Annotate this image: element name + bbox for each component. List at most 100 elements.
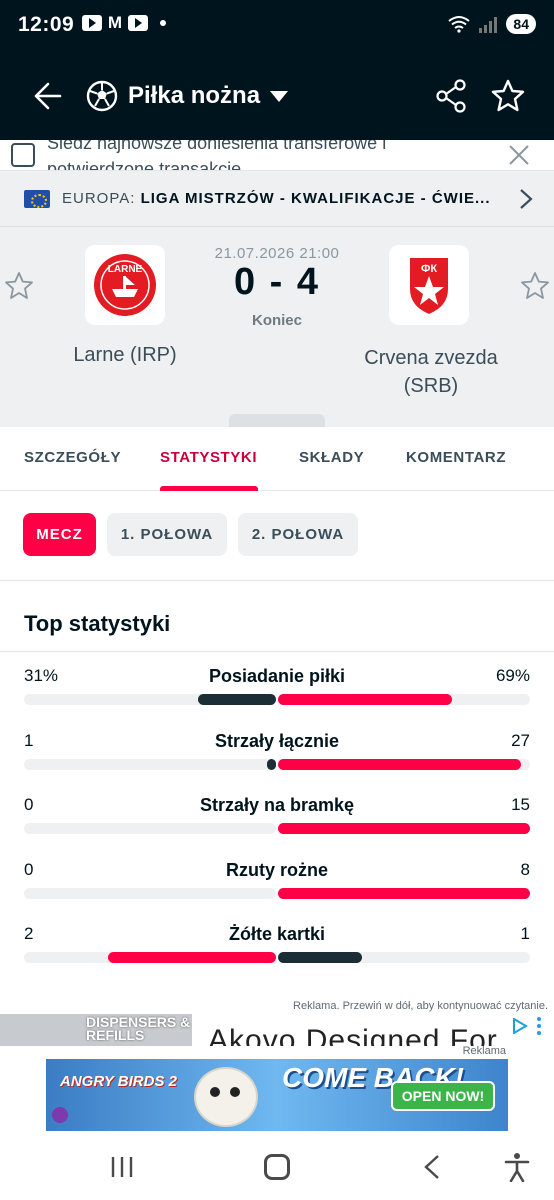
crvena-zvezda-crest-text: ФК (421, 263, 437, 275)
favorite-away-star-icon[interactable] (520, 271, 550, 301)
sport-selector-title[interactable]: Piłka nożna (128, 82, 260, 110)
recent-apps-icon[interactable] (110, 1156, 134, 1178)
stat-away-bar-track (278, 823, 530, 834)
ad-label: Reklama (462, 1045, 506, 1057)
wifi-icon (448, 16, 471, 33)
stat-home-bar (197, 694, 276, 705)
stat-home-value: 0 (24, 859, 34, 879)
stat-away-bar-track (278, 887, 530, 899)
stat-label: Rzuty rożne (225, 859, 328, 880)
youtube-icon (128, 15, 148, 31)
stat-home-value: 2 (24, 924, 34, 943)
crvena-zvezda-crest-icon: ФК (408, 256, 450, 317)
period-filter: MECZ 1. POŁOWA 2. POŁOWA (0, 491, 554, 581)
stat-home-value: 31% (24, 666, 59, 685)
stat-home-bar-track (24, 758, 276, 770)
stat-away-value: 1 (520, 924, 530, 943)
collapse-handle[interactable] (229, 414, 325, 427)
transfer-banner-text: Śledź najnowsze doniesienia transferowe … (47, 140, 387, 171)
stat-home-value: 1 (24, 730, 34, 750)
tab-statistics[interactable]: STATYSTYKI (160, 449, 257, 466)
gmail-icon: M (107, 13, 123, 32)
soccer-ball-icon (86, 80, 118, 112)
stat-away-value: 8 (520, 859, 530, 879)
stat-home-bar (108, 952, 276, 963)
stat-row: 0 Strzały na bramkę 15 (0, 795, 554, 855)
ad-choices-icon[interactable] (512, 1018, 528, 1034)
period-chip-match[interactable]: MECZ (23, 513, 96, 556)
notification-dot-icon (160, 20, 166, 26)
competition-name: EUROPA: LIGA MISTRZÓW - KWALIFIKACJE - Ć… (62, 190, 502, 207)
stat-row: 2 Żółte kartki 1 (0, 924, 554, 984)
back-arrow-icon[interactable] (28, 78, 64, 114)
tab-commentary[interactable]: KOMENTARZ (406, 449, 506, 466)
match-score: 0 - 4 (233, 261, 321, 303)
favorite-home-star-icon[interactable] (4, 271, 34, 301)
competition-title: LIGA MISTRZÓW - KWALIFIKACJE - ĆWIE... (140, 190, 491, 207)
stat-label: Posiadanie piłki (208, 666, 346, 686)
more-options-icon[interactable] (536, 1016, 542, 1036)
ad-thumbnail[interactable]: DISPENSERS & REFILLS (0, 1014, 192, 1046)
period-chip-first-half[interactable]: 1. POŁOWA (107, 513, 227, 556)
transfer-icon (11, 143, 35, 167)
home-team-name[interactable]: Larne (IRP) (40, 344, 210, 367)
banner-open-button[interactable]: OPEN NOW! (391, 1081, 495, 1111)
native-ad[interactable]: DISPENSERS & REFILLS Akovo Designed For (0, 1014, 554, 1046)
stat-home-value: 0 (24, 795, 34, 814)
tab-lineups[interactable]: SKŁADY (299, 449, 364, 466)
stat-home-bar-track (24, 823, 276, 834)
stat-row: 31% Posiadanie piłki 69% (0, 666, 554, 726)
stat-home-bar-track (24, 694, 276, 705)
top-stats-section: Top statystyki 31% Posiadanie piłki 69% 1 St… (0, 581, 554, 1005)
status-time: 12:09 (18, 13, 75, 36)
app-header: Piłka nożna (0, 52, 554, 140)
youtube-icon (82, 15, 102, 31)
stat-home-bar (267, 758, 276, 770)
stat-away-bar (278, 952, 362, 963)
status-bar: 12:09 M 84 (0, 0, 554, 52)
ad-badge-icon (52, 1107, 68, 1123)
status-system-icons: 84 (448, 14, 536, 34)
stat-label: Strzały na bramkę (199, 795, 355, 815)
bird-character-image (194, 1067, 258, 1127)
stat-away-value: 15 (511, 795, 530, 814)
stat-away-value: 27 (511, 730, 530, 750)
away-team-name[interactable]: Crvena zvezda (SRB) (336, 344, 526, 400)
stat-away-bar-track (278, 694, 530, 705)
stat-away-value: 69% (495, 666, 530, 685)
ad-thumbnail-text: DISPENSERS & REFILLS (86, 1014, 191, 1043)
share-icon[interactable] (434, 78, 468, 114)
stat-away-bar (278, 823, 530, 834)
ad-scroll-note: Reklama. Przewiń w dół, aby kontynuować … (293, 1000, 548, 1012)
banner-game-logo: ANGRY BIRDS 2 (60, 1073, 177, 1090)
away-team-logo[interactable]: ФК (389, 245, 469, 325)
match-tabs: SZCZEGÓŁY STATYSTYKI SKŁADY KOMENTARZ (0, 427, 554, 491)
larne-crest-text: LARNE (108, 264, 143, 275)
system-back-icon[interactable] (422, 1154, 442, 1180)
close-icon[interactable] (508, 144, 530, 166)
tab-details[interactable]: SZCZEGÓŁY (24, 449, 121, 466)
stat-away-bar (278, 694, 452, 705)
larne-crest-icon: LARNE (94, 254, 156, 316)
home-team-logo[interactable]: LARNE (85, 245, 165, 325)
match-header: LARNE ФК Larne (IRP) Crvena zvezda (SRB)… (0, 227, 554, 427)
stat-away-bar (278, 758, 521, 770)
stat-label: Żółte kartki (228, 924, 326, 944)
banner-ad[interactable]: ANGRY BIRDS 2 COME BACK! OPEN NOW! (46, 1059, 508, 1131)
stat-home-bar-track (24, 887, 276, 899)
ad-headline[interactable]: Akovo Designed For (208, 1024, 498, 1046)
transfer-news-banner[interactable]: Śledź najnowsze doniesienia transferowe … (0, 140, 554, 171)
chevron-right-icon[interactable] (518, 187, 534, 211)
accessibility-icon[interactable] (504, 1152, 530, 1182)
competition-row[interactable]: EUROPA: LIGA MISTRZÓW - KWALIFIKACJE - Ć… (0, 171, 554, 227)
battery-indicator: 84 (506, 14, 536, 34)
match-status: Koniec (251, 312, 302, 329)
favorite-star-icon[interactable] (490, 78, 526, 114)
status-notification-icons: M (82, 13, 166, 32)
chevron-down-icon[interactable] (270, 91, 288, 102)
europe-flag-icon (24, 190, 50, 208)
period-chip-second-half[interactable]: 2. POŁOWA (238, 513, 358, 556)
stat-home-bar-track (24, 952, 276, 963)
home-button-icon[interactable] (264, 1154, 290, 1180)
competition-prefix: EUROPA: (62, 190, 136, 207)
